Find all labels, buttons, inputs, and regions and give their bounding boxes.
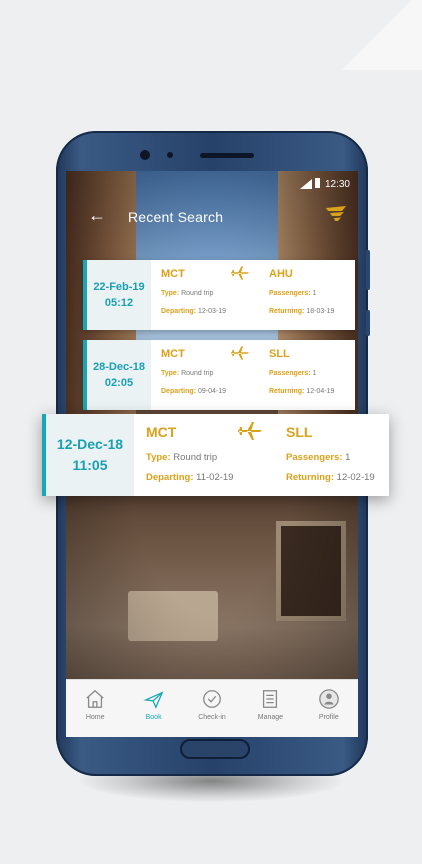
passengers-value: 1 [312,370,317,377]
type-label: Type: [146,452,171,463]
earpiece-speaker [200,153,254,158]
home-hardware-button[interactable] [180,739,250,759]
plane-icon [231,346,249,360]
back-arrow-icon[interactable]: ← [88,205,106,225]
status-bar: 12:30 [66,171,358,195]
power-button [366,310,370,336]
background-corner [332,0,422,70]
origin-code: MCT [161,268,185,280]
tab-book-label: Book [145,714,162,721]
search-details: MCT SLL Type: Round trip Passengers: 1 D… [134,414,389,496]
recent-search-card[interactable]: 28-Dec-18 02:05 MCT SLL Type: Round trip… [83,340,355,410]
type-value: Round trip [173,452,218,463]
plane-icon [231,266,249,280]
returning-value: 12-04-19 [306,388,335,395]
origin-code: MCT [161,348,185,360]
plane-icon [238,422,262,440]
tab-profile-label: Profile [318,714,339,721]
search-time-text: 02:05 [104,377,134,389]
passengers-value: 1 [312,290,317,297]
battery-icon [315,178,320,188]
status-time: 12:30 [324,179,350,190]
returning-value: 12-02-19 [336,472,375,483]
returning-label: Returning: [269,388,305,395]
returning-value: 18-03-19 [306,308,335,315]
destination-code: AHU [269,268,293,280]
passengers-label: Passengers: [269,370,311,377]
airline-logo-icon [326,206,346,221]
search-time-text: 05:12 [104,297,134,309]
tab-home-label: Home [85,714,105,721]
passengers-label: Passengers: [286,452,343,463]
search-date: 28-Dec-18 02:05 [83,340,151,410]
returning-label: Returning: [286,472,335,483]
destination-code: SLL [269,348,290,360]
search-date-text: 12-Dec-18 [56,436,124,452]
tab-manage-label: Manage [257,714,284,721]
search-details: MCT AHU Type: Round trip Passengers: 1 D… [151,260,355,330]
recent-search-card-highlighted[interactable]: 12-Dec-18 11:05 MCT SLL Type: Round trip… [42,414,389,496]
home-icon [86,689,104,708]
tab-manage[interactable]: Manage [241,680,299,737]
search-date: 12-Dec-18 11:05 [42,414,134,496]
user-icon [319,689,339,709]
departing-label: Departing: [146,472,194,483]
departing-value: 09-04-19 [197,388,226,395]
page-title: Recent Search [128,209,224,225]
signal-icon [300,179,312,189]
volume-button [366,250,370,290]
document-icon [263,690,278,708]
passengers-value: 1 [345,452,351,463]
search-date-text: 22-Feb-19 [93,281,145,293]
tab-check-in-label: Check-in [198,714,226,721]
app-header: ← Recent Search [66,201,358,233]
passengers-label: Passengers: [269,290,311,297]
plane-icon [142,691,164,709]
origin-code: MCT [146,424,177,440]
recent-search-card[interactable]: 22-Feb-19 05:12 MCT AHU Type: Round trip… [83,260,355,330]
check-circle-icon [203,690,221,708]
front-camera [140,150,150,160]
type-label: Type: [161,290,180,297]
tab-home[interactable]: Home [66,680,124,737]
type-value: Round trip [181,290,214,297]
search-time-text: 11:05 [72,457,108,473]
departing-label: Departing: [161,388,196,395]
departing-value: 11-02-19 [196,472,234,483]
tab-book[interactable]: Book [124,680,182,737]
tab-check-in[interactable]: Check-in [183,680,241,737]
type-value: Round trip [181,370,214,377]
type-label: Type: [161,370,180,377]
search-date-text: 28-Dec-18 [93,361,145,373]
tab-profile[interactable]: Profile [300,680,358,737]
returning-label: Returning: [269,308,305,315]
destination-code: SLL [286,424,313,440]
departing-label: Departing: [161,308,196,315]
search-date: 22-Feb-19 05:12 [83,260,151,330]
bottom-tab-bar: Home Book Check-in Manage Profile [66,679,358,737]
departing-value: 12-03-19 [197,308,226,315]
sensor [167,152,173,158]
search-details: MCT SLL Type: Round trip Passengers: 1 D… [151,340,355,410]
